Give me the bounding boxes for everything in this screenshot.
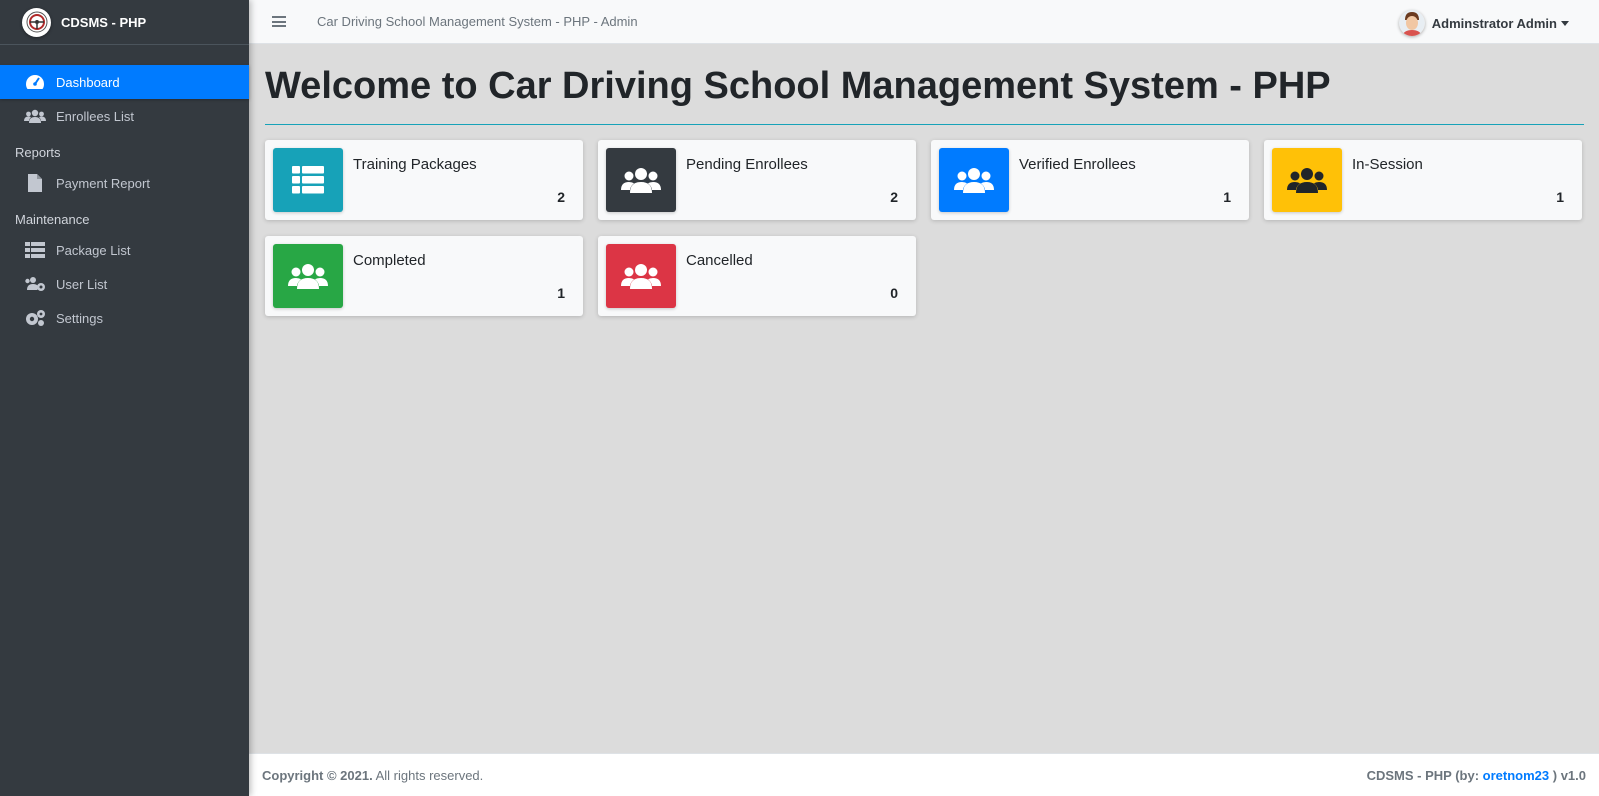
users-cog-icon	[22, 274, 48, 294]
credit-prefix: CDSMS - PHP (by:	[1366, 767, 1483, 783]
stat-card-completed: Completed 1	[265, 236, 583, 316]
users-icon	[273, 244, 343, 308]
copyright: Copyright © 2021. All rights reserved.	[262, 768, 483, 783]
sidebar-nav: Dashboard Enrollees List Reports Payment…	[0, 65, 249, 335]
sidebar-item-label: Settings	[56, 310, 103, 326]
stat-cards: Training Packages 2 Pending Enrollees 2 …	[265, 140, 1584, 316]
stat-card-cancelled: Cancelled 0	[598, 236, 916, 316]
user-menu[interactable]: Adminstrator Admin	[1398, 10, 1569, 36]
steering-wheel-logo	[22, 7, 51, 37]
table-list-icon	[22, 240, 48, 260]
sidebar-item-label: Package List	[56, 242, 131, 258]
menu-toggle-icon[interactable]	[272, 16, 286, 27]
users-icon	[22, 106, 48, 126]
stat-label: Cancelled	[686, 252, 753, 269]
stat-label: Pending Enrollees	[686, 156, 808, 173]
stat-card-verified-enrollees: Verified Enrollees 1	[931, 140, 1249, 220]
sidebar-item-payment-report[interactable]: Payment Report	[0, 166, 249, 200]
avatar	[1398, 10, 1425, 36]
topbar: Car Driving School Management System - P…	[249, 0, 1599, 44]
sidebar-item-enrollees-list[interactable]: Enrollees List	[0, 99, 249, 133]
chevron-down-icon	[1561, 20, 1569, 26]
stat-value: 1	[557, 285, 565, 301]
user-name: Adminstrator Admin	[1431, 15, 1557, 31]
users-icon	[939, 148, 1009, 212]
sidebar: CDSMS - PHP Dashboard Enrollees List Rep…	[0, 0, 249, 796]
brand[interactable]: CDSMS - PHP	[0, 0, 249, 45]
stat-card-in-session: In-Session 1	[1264, 140, 1582, 220]
stat-value: 2	[557, 189, 565, 205]
credit: CDSMS - PHP (by: oretnom23 ) v1.0	[1367, 768, 1586, 783]
nav-header-maintenance: Maintenance	[15, 212, 90, 227]
stat-label: Verified Enrollees	[1019, 156, 1136, 173]
sidebar-item-label: Enrollees List	[56, 108, 135, 124]
stat-value: 1	[1223, 189, 1231, 205]
stat-card-pending-enrollees: Pending Enrollees 2	[598, 140, 916, 220]
credit-suffix: ) v1.0	[1549, 767, 1586, 783]
users-icon	[606, 244, 676, 308]
main-content: Welcome to Car Driving School Management…	[265, 44, 1584, 316]
stat-value: 2	[890, 189, 898, 205]
nav-header-reports: Reports	[15, 145, 61, 160]
stat-value: 0	[890, 285, 898, 301]
users-icon	[606, 148, 676, 212]
page-title: Welcome to Car Driving School Management…	[265, 65, 1331, 107]
copyright-suffix: All rights reserved.	[372, 767, 484, 783]
sidebar-item-settings[interactable]: Settings	[0, 301, 249, 335]
cogs-icon	[22, 308, 48, 328]
stat-card-training-packages: Training Packages 2	[265, 140, 583, 220]
footer: Copyright © 2021. All rights reserved. C…	[249, 753, 1599, 796]
stat-value: 1	[1556, 189, 1564, 205]
stat-label: Training Packages	[353, 156, 477, 173]
sidebar-item-label: Payment Report	[56, 175, 150, 191]
sidebar-item-user-list[interactable]: User List	[0, 267, 249, 301]
author-link[interactable]: oretnom23	[1483, 768, 1549, 783]
users-icon	[1272, 148, 1342, 212]
stat-label: In-Session	[1352, 156, 1423, 173]
brand-name: CDSMS - PHP	[61, 14, 147, 30]
topbar-title: Car Driving School Management System - P…	[317, 14, 638, 29]
stat-label: Completed	[353, 252, 426, 269]
title-divider	[265, 124, 1584, 125]
copyright-prefix: Copyright © 2021.	[262, 767, 373, 783]
file-icon	[22, 173, 48, 193]
tachometer-icon	[22, 72, 48, 92]
sidebar-item-dashboard[interactable]: Dashboard	[0, 65, 249, 99]
sidebar-item-label: Dashboard	[56, 74, 120, 90]
table-list-icon	[273, 148, 343, 212]
sidebar-item-label: User List	[56, 276, 108, 292]
sidebar-item-package-list[interactable]: Package List	[0, 233, 249, 267]
